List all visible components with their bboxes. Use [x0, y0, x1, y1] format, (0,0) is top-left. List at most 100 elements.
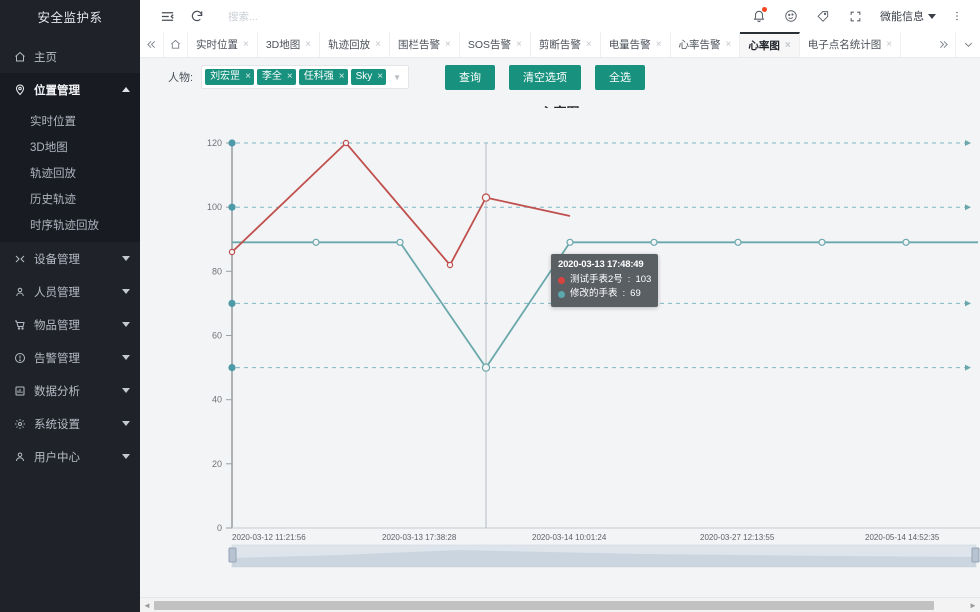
tab-track-playback[interactable]: 轨迹回放 ×: [320, 32, 390, 57]
tab-rollcall-statistics[interactable]: 电子点名统计图 ×: [800, 32, 901, 57]
double-chevron-right-icon[interactable]: [932, 32, 956, 57]
person-chip[interactable]: 刘宏罡 ×: [205, 69, 254, 85]
refresh-icon[interactable]: [182, 1, 212, 31]
tab-label: 电子点名统计图: [808, 37, 882, 52]
close-icon[interactable]: ×: [377, 71, 383, 83]
sidebar-item-alarm-management[interactable]: 告警管理: [0, 341, 140, 374]
tab-3d-map[interactable]: 3D地图 ×: [258, 32, 320, 57]
chevron-down-icon[interactable]: ▼: [389, 73, 405, 82]
svg-text:100: 100: [207, 202, 222, 212]
tab-cut-alarm[interactable]: 剪断告警 ×: [531, 32, 601, 57]
search-input[interactable]: 搜索...: [228, 9, 258, 24]
more-vertical-icon[interactable]: [942, 1, 972, 31]
sidebar-subitem-history-track[interactable]: 历史轨迹: [0, 186, 140, 212]
tooltip-series-name: 测试手表2号: [570, 273, 623, 288]
person-chip-label: Sky: [356, 71, 373, 83]
heartrate-line-chart[interactable]: 0 20 40 60 80 100 120: [140, 108, 980, 612]
bell-icon[interactable]: [744, 1, 774, 31]
topbar: 搜索... 微能信息: [140, 0, 980, 32]
tab-label: 围栏告警: [398, 37, 440, 52]
datazoom-left-handle: [229, 548, 236, 562]
sidebar-item-home[interactable]: 主页: [0, 40, 140, 73]
filter-bar: 人物: 刘宏罡 × 李全 × 任科强 × Sky: [140, 58, 980, 96]
close-icon[interactable]: ×: [886, 40, 892, 50]
close-icon[interactable]: ×: [375, 40, 381, 50]
tab-heartrate-alarm[interactable]: 心率告警 ×: [671, 32, 741, 57]
sidebar-item-goods-management[interactable]: 物品管理: [0, 308, 140, 341]
sidebar-subitem-sequential-track-playback[interactable]: 时序轨迹回放: [0, 212, 140, 238]
close-icon[interactable]: ×: [656, 40, 662, 50]
person-chip[interactable]: Sky ×: [351, 69, 387, 85]
close-icon[interactable]: ×: [445, 40, 451, 50]
select-all-button[interactable]: 全选: [595, 65, 645, 90]
user-menu[interactable]: 微能信息: [872, 8, 940, 24]
sidebar-item-location-management[interactable]: 位置管理: [0, 73, 140, 106]
menu-fold-icon[interactable]: [152, 1, 182, 31]
chevron-down-icon: [122, 322, 130, 327]
horizontal-scrollbar[interactable]: ◄ ►: [140, 597, 980, 612]
sidebar-item-data-analysis[interactable]: 数据分析: [0, 374, 140, 407]
tab-heartrate-chart[interactable]: 心率图 ×: [740, 32, 799, 57]
svg-text:120: 120: [207, 138, 222, 148]
chevron-down-icon: [122, 355, 130, 360]
main-area: 搜索... 微能信息: [140, 0, 980, 612]
scroll-left-arrow-icon[interactable]: ◄: [140, 601, 154, 610]
palette-icon[interactable]: [776, 1, 806, 31]
tab-realtime-location[interactable]: 实时位置 ×: [188, 32, 258, 57]
tooltip-series-name: 修改的手表: [570, 287, 618, 302]
chevron-up-icon: [122, 87, 130, 92]
scrollbar-track[interactable]: [154, 601, 966, 610]
double-chevron-left-icon[interactable]: [140, 32, 164, 57]
tag-icon[interactable]: [808, 1, 838, 31]
person-chip-label: 任科强: [304, 71, 334, 83]
close-icon[interactable]: ×: [243, 40, 249, 50]
clear-options-button[interactable]: 清空选项: [509, 65, 581, 90]
tab-sos-alarm[interactable]: SOS告警 ×: [460, 32, 531, 57]
sidebar-item-label: 人员管理: [30, 284, 122, 300]
tab-dropdown-chevron-down-icon[interactable]: [956, 32, 980, 57]
user-icon: [14, 451, 30, 463]
topbar-actions: 微能信息: [744, 1, 972, 31]
home-icon: [14, 51, 30, 63]
close-icon[interactable]: ×: [785, 41, 791, 51]
svg-text:2020-05-14 14:52:35: 2020-05-14 14:52:35: [865, 533, 940, 542]
tab-home-icon[interactable]: [164, 32, 188, 57]
sidebar-item-label: 数据分析: [30, 383, 122, 399]
location-pin-icon: [14, 84, 30, 96]
sidebar-subitem-track-playback[interactable]: 轨迹回放: [0, 160, 140, 186]
chart-datazoom-slider[interactable]: [229, 545, 979, 567]
person-chip[interactable]: 李全 ×: [257, 69, 296, 85]
fullscreen-icon[interactable]: [840, 1, 870, 31]
sidebar-item-system-settings[interactable]: 系统设置: [0, 407, 140, 440]
sidebar-item-personnel-management[interactable]: 人员管理: [0, 275, 140, 308]
tooltip-row: 修改的手表: 69: [558, 287, 651, 302]
scroll-right-arrow-icon[interactable]: ►: [966, 601, 980, 610]
tab-battery-alarm[interactable]: 电量告警 ×: [601, 32, 671, 57]
close-icon[interactable]: ×: [305, 40, 311, 50]
notification-badge: [762, 7, 767, 12]
close-icon[interactable]: ×: [586, 40, 592, 50]
close-icon[interactable]: ×: [287, 71, 293, 83]
scrollbar-thumb[interactable]: [154, 601, 934, 610]
device-icon: [14, 253, 30, 265]
query-button[interactable]: 查询: [445, 65, 495, 90]
close-icon[interactable]: ×: [726, 40, 732, 50]
chevron-down-icon: [122, 454, 130, 459]
sidebar-subitem-3d-map[interactable]: 3D地图: [0, 134, 140, 160]
close-icon[interactable]: ×: [339, 71, 345, 83]
tab-fence-alarm[interactable]: 围栏告警 ×: [390, 32, 460, 57]
svg-text:80: 80: [212, 266, 222, 276]
tab-bar: 实时位置 × 3D地图 × 轨迹回放 × 围栏告警 × SOS告警 × 剪断告警…: [140, 32, 980, 58]
sidebar-item-label: 设备管理: [30, 251, 122, 267]
svg-text:0: 0: [217, 523, 222, 533]
sidebar-item-device-management[interactable]: 设备管理: [0, 242, 140, 275]
sidebar-subitem-realtime-location[interactable]: 实时位置: [0, 108, 140, 134]
close-icon[interactable]: ×: [245, 71, 251, 83]
close-icon[interactable]: ×: [516, 40, 522, 50]
tab-label: 电量告警: [609, 37, 651, 52]
filter-buttons: 查询 清空选项 全选: [445, 65, 645, 90]
sidebar-item-label: 位置管理: [30, 82, 122, 98]
sidebar-item-user-center[interactable]: 用户中心: [0, 440, 140, 473]
person-chip[interactable]: 任科强 ×: [299, 69, 348, 85]
person-multiselect[interactable]: 刘宏罡 × 李全 × 任科强 × Sky × ▼: [201, 65, 409, 89]
